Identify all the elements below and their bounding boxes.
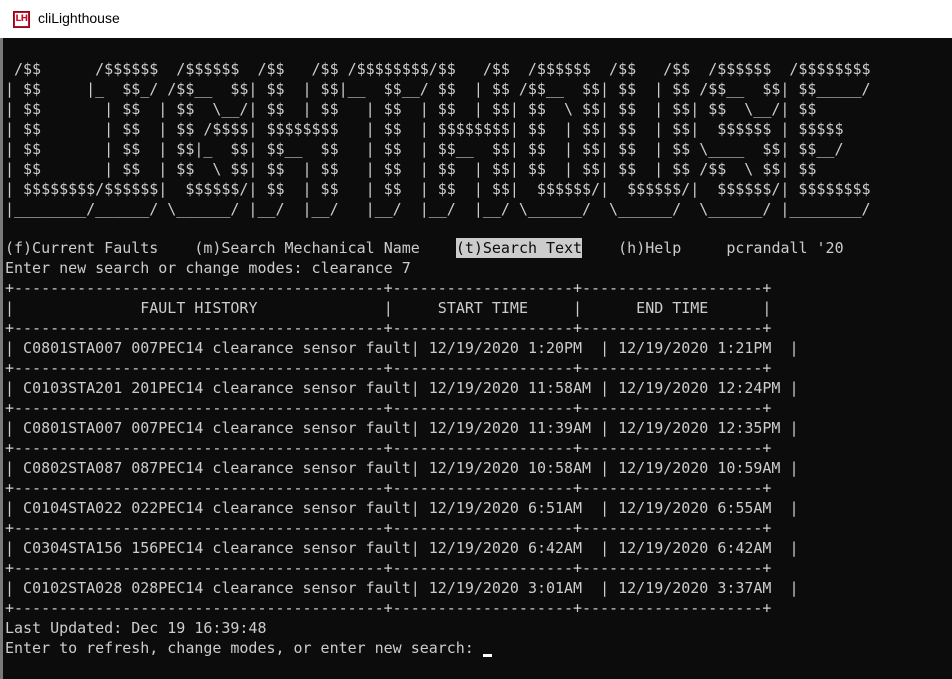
fault-history-table: +---------------------------------------… xyxy=(5,278,798,618)
table-row[interactable]: | C0304STA156 156PEC14 clearance sensor … xyxy=(5,538,798,558)
menu-search-text[interactable]: (t)Search Text xyxy=(455,238,582,258)
banner-line: | $$ | $$ | $$ \ $$| $$ | $$ | $$ | $$ |… xyxy=(5,160,817,178)
start-time-cell: 12/19/2020 10:58AM xyxy=(428,459,601,477)
fault-cell: C0102STA028 028PEC14 clearance sensor fa… xyxy=(23,579,411,597)
fault-cell: C0304STA156 156PEC14 clearance sensor fa… xyxy=(23,539,411,557)
start-time-cell: 12/19/2020 11:39AM xyxy=(428,419,601,437)
app-icon-label: LH xyxy=(15,13,28,26)
search-query-value: clearance 7 xyxy=(311,259,411,277)
search-prompt: Enter new search or change modes: cleara… xyxy=(5,258,411,278)
table-row[interactable]: | C0801STA007 007PEC14 clearance sensor … xyxy=(5,418,798,438)
end-time-cell: 12/19/2020 10:59AM xyxy=(618,459,790,477)
banner-line: |________/______/ \______/ |__/ |__/ |__… xyxy=(5,200,871,218)
start-time-cell: 12/19/2020 6:51AM xyxy=(428,499,601,517)
table-border: +---------------------------------------… xyxy=(5,399,772,417)
banner-line: | $$ |_ $$_/ /$$__ $$| $$ | $$|__ $$__/ … xyxy=(5,80,871,98)
table-border: +---------------------------------------… xyxy=(5,519,772,537)
start-time-cell: 12/19/2020 6:42AM xyxy=(428,539,601,557)
text-cursor xyxy=(482,654,492,657)
banner-line: | $$ | $$ | $$ \__/| $$ | $$ | $$ | $$ |… xyxy=(5,100,817,118)
banner-line: | $$ | $$ | $$|_ $$| $$__ $$ | $$ | $$__… xyxy=(5,140,844,158)
fault-cell: C0801STA007 007PEC14 clearance sensor fa… xyxy=(23,339,411,357)
menu-search-mechanical-name[interactable]: (m)Search Mechanical Name xyxy=(194,238,419,258)
end-time-cell: 12/19/2020 6:42AM xyxy=(618,539,790,557)
end-time-cell: 12/19/2020 12:35PM xyxy=(618,419,790,437)
end-time-cell: 12/19/2020 6:55AM xyxy=(618,499,790,517)
last-updated-status: Last Updated: Dec 19 16:39:48 xyxy=(5,619,267,637)
banner-line: | $$$$$$$$/$$$$$$| $$$$$$/| $$ | $$ | $$… xyxy=(5,180,871,198)
table-border: +---------------------------------------… xyxy=(5,599,772,617)
mode-menu: (f)Current Faults (m)Search Mechanical N… xyxy=(5,238,844,258)
table-row[interactable]: | C0102STA028 028PEC14 clearance sensor … xyxy=(5,578,798,598)
fault-cell: C0801STA007 007PEC14 clearance sensor fa… xyxy=(23,419,411,437)
author-credit: pcrandall '20 xyxy=(726,239,844,257)
header-end-time: END TIME xyxy=(582,299,763,317)
banner-line: | $$ | $$ | $$ /$$$$| $$$$$$$$ | $$ | $$… xyxy=(5,120,844,138)
title-bar[interactable]: LH cliLighthouse xyxy=(0,0,952,38)
fault-cell: C0104STA022 022PEC14 clearance sensor fa… xyxy=(23,499,411,517)
end-time-cell: 12/19/2020 12:24PM xyxy=(618,379,790,397)
end-time-cell: 12/19/2020 3:37AM xyxy=(618,579,790,597)
start-time-cell: 12/19/2020 1:20PM xyxy=(428,339,601,357)
command-prompt-label: Enter to refresh, change modes, or enter… xyxy=(5,639,474,657)
table-border: +---------------------------------------… xyxy=(5,479,772,497)
table-row[interactable]: | C0103STA201 201PEC14 clearance sensor … xyxy=(5,378,798,398)
terminal-window: LH cliLighthouse /$$ /$$$$$$ /$$$$$$ /$$… xyxy=(0,0,952,679)
start-time-cell: 12/19/2020 11:58AM xyxy=(428,379,601,397)
fault-cell: C0802STA087 087PEC14 clearance sensor fa… xyxy=(23,459,411,477)
table-row[interactable]: | C0801STA007 007PEC14 clearance sensor … xyxy=(5,338,798,358)
menu-help[interactable]: (h)Help xyxy=(618,238,681,258)
table-row[interactable]: | C0802STA087 087PEC14 clearance sensor … xyxy=(5,458,798,478)
command-input[interactable]: Enter to refresh, change modes, or enter… xyxy=(5,638,492,658)
menu-current-faults[interactable]: (f)Current Faults xyxy=(5,238,158,258)
table-row[interactable]: | C0104STA022 022PEC14 clearance sensor … xyxy=(5,498,798,518)
header-fault-history: FAULT HISTORY xyxy=(14,299,384,317)
table-border: +---------------------------------------… xyxy=(5,359,772,377)
table-border: +---------------------------------------… xyxy=(5,279,772,297)
table-header-row: | FAULT HISTORY | START TIME | END TIME … xyxy=(5,299,772,317)
end-time-cell: 12/19/2020 1:21PM xyxy=(618,339,790,357)
table-border: +---------------------------------------… xyxy=(5,439,772,457)
window-title: cliLighthouse xyxy=(38,10,120,26)
table-border: +---------------------------------------… xyxy=(5,559,772,577)
start-time-cell: 12/19/2020 3:01AM xyxy=(428,579,601,597)
search-prompt-label: Enter new search or change modes: xyxy=(5,259,312,277)
table-border: +---------------------------------------… xyxy=(5,319,772,337)
header-start-time: START TIME xyxy=(392,299,574,317)
fault-cell: C0103STA201 201PEC14 clearance sensor fa… xyxy=(23,379,411,397)
ascii-art-banner: /$$ /$$$$$$ /$$$$$$ /$$ /$$ /$$$$$$$$/$$… xyxy=(5,59,871,219)
banner-line: /$$ /$$$$$$ /$$$$$$ /$$ /$$ /$$$$$$$$/$$… xyxy=(5,60,871,78)
console-area[interactable]: /$$ /$$$$$$ /$$$$$$ /$$ /$$ /$$$$$$$$/$$… xyxy=(0,38,952,679)
lighthouse-app-icon[interactable]: LH xyxy=(13,11,30,28)
